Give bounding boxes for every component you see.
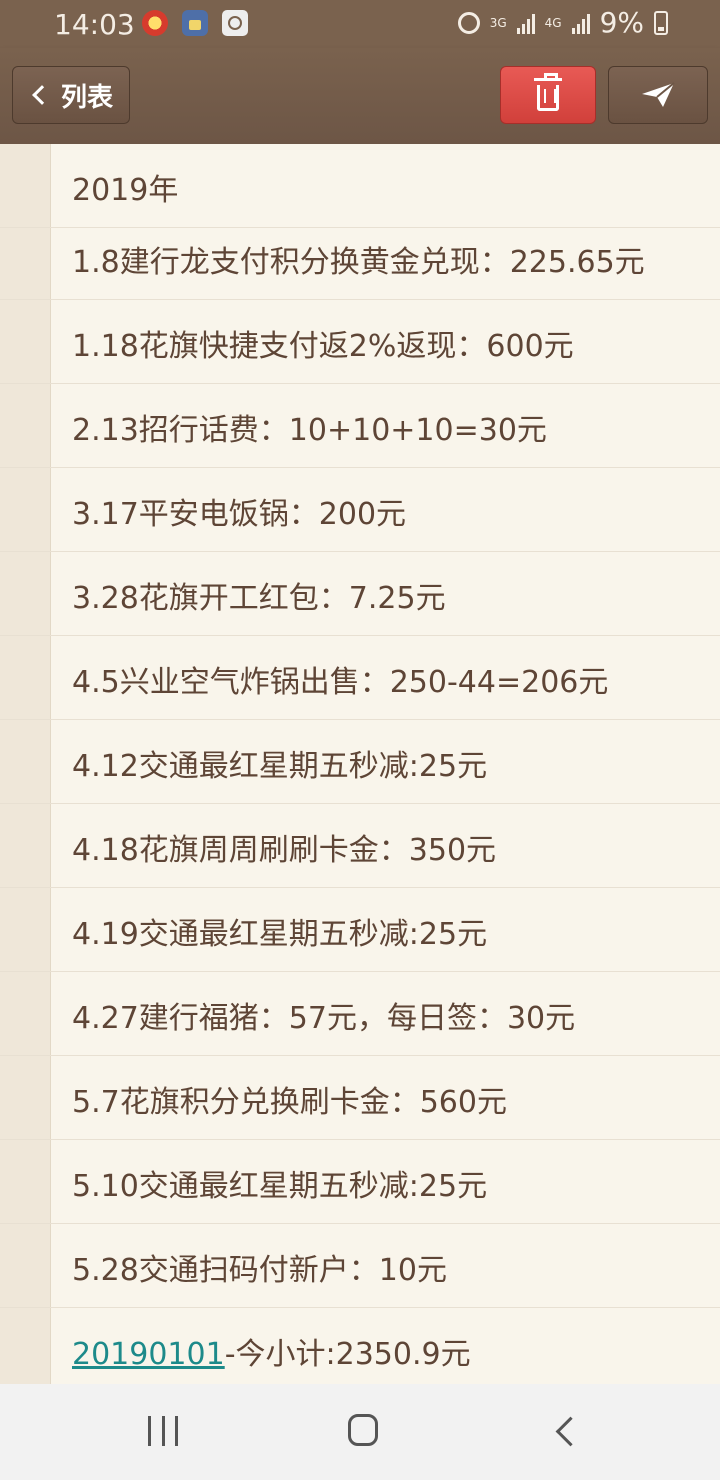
signal-icon — [571, 12, 590, 34]
note-line-text: 4.18花旗周周刷刷卡金：350元 — [72, 833, 497, 868]
status-time: 14:03 — [54, 8, 135, 41]
summary-line: 20190101-今小计:2350.9元 — [72, 1329, 471, 1373]
note-content[interactable]: 2019年 1.8建行龙支付积分换黄金兑现：225.65元 1.18花旗快捷支付… — [0, 144, 720, 1392]
note-line: 2.13招行话费：10+10+10=30元 — [0, 384, 720, 468]
alarm-icon — [457, 11, 480, 34]
note-line-text: 3.17平安电饭锅：200元 — [72, 497, 407, 532]
paper-plane-icon — [642, 82, 675, 107]
back-to-list-button[interactable]: 列表 — [12, 66, 130, 124]
note-line-text: 2.13招行话费：10+10+10=30元 — [72, 413, 547, 448]
status-bar: 14:03 3G 4G 9% — [0, 0, 720, 48]
note-line-text: 5.28交通扫码付新户：10元 — [72, 1253, 447, 1288]
note-line: 4.5兴业空气炸锅出售：250-44=206元 — [0, 636, 720, 720]
summary-text: -今小计:2350.9元 — [224, 1337, 471, 1372]
note-line-text: 3.28花旗开工红包：7.25元 — [72, 581, 446, 616]
note-line: 4.27建行福猪：57元，每日签：30元 — [0, 972, 720, 1056]
note-line-text: 5.10交通最红星期五秒减:25元 — [72, 1169, 488, 1204]
note-line-text: 4.27建行福猪：57元，每日签：30元 — [72, 1001, 576, 1036]
note-line: 5.10交通最红星期五秒减:25元 — [0, 1140, 720, 1224]
system-nav-bar — [0, 1384, 720, 1480]
note-line: 4.19交通最红星期五秒减:25元 — [0, 888, 720, 972]
clock-app-icon — [222, 10, 248, 36]
network-4g-label: 4G — [544, 15, 562, 30]
note-line: 1.8建行龙支付积分换黄金兑现：225.65元 — [0, 216, 720, 300]
trash-icon — [534, 73, 562, 111]
back-icon[interactable] — [555, 1416, 586, 1447]
note-line: 1.18花旗快捷支付返2%返现：600元 — [0, 300, 720, 384]
toolbar: 列表 — [0, 48, 720, 144]
back-button-label: 列表 — [60, 82, 113, 113]
battery-icon — [654, 10, 668, 35]
note-line-text: 5.7花旗积分兑换刷卡金：560元 — [72, 1085, 507, 1120]
notification-icons — [142, 10, 248, 36]
chevron-left-icon — [32, 85, 52, 105]
send-button[interactable] — [608, 66, 708, 124]
battery-percent: 9% — [599, 6, 644, 39]
recents-icon[interactable] — [148, 1416, 178, 1448]
note-line: 3.17平安电饭锅：200元 — [0, 468, 720, 552]
note-line: 5.28交通扫码付新户：10元 — [0, 1224, 720, 1308]
date-link[interactable]: 20190101 — [72, 1337, 225, 1372]
note-line: 4.18花旗周周刷刷卡金：350元 — [0, 804, 720, 888]
delete-button[interactable] — [500, 66, 596, 124]
signal-icon — [516, 12, 535, 34]
note-line-text: 1.8建行龙支付积分换黄金兑现：225.65元 — [72, 245, 645, 280]
note-line: 5.7花旗积分兑换刷卡金：560元 — [0, 1056, 720, 1140]
note-line-text: 1.18花旗快捷支付返2%返现：600元 — [72, 329, 574, 364]
home-icon[interactable] — [348, 1414, 378, 1446]
note-line: 4.12交通最红星期五秒减:25元 — [0, 720, 720, 804]
network-3g-label: 3G — [489, 15, 507, 30]
note-line-text: 4.5兴业空气炸锅出售：250-44=206元 — [72, 665, 609, 700]
note-line: 20190101-今小计:2350.9元 — [0, 1308, 720, 1392]
note-line-text: 4.19交通最红星期五秒减:25元 — [72, 917, 488, 952]
note-line: 3.28花旗开工红包：7.25元 — [0, 552, 720, 636]
note-line-text: 4.12交通最红星期五秒减:25元 — [72, 749, 488, 784]
lock-app-icon — [182, 10, 208, 36]
note-line-text: 2019年 — [72, 173, 179, 208]
status-right: 3G 4G 9% — [457, 6, 668, 39]
coin-app-icon — [142, 10, 168, 36]
